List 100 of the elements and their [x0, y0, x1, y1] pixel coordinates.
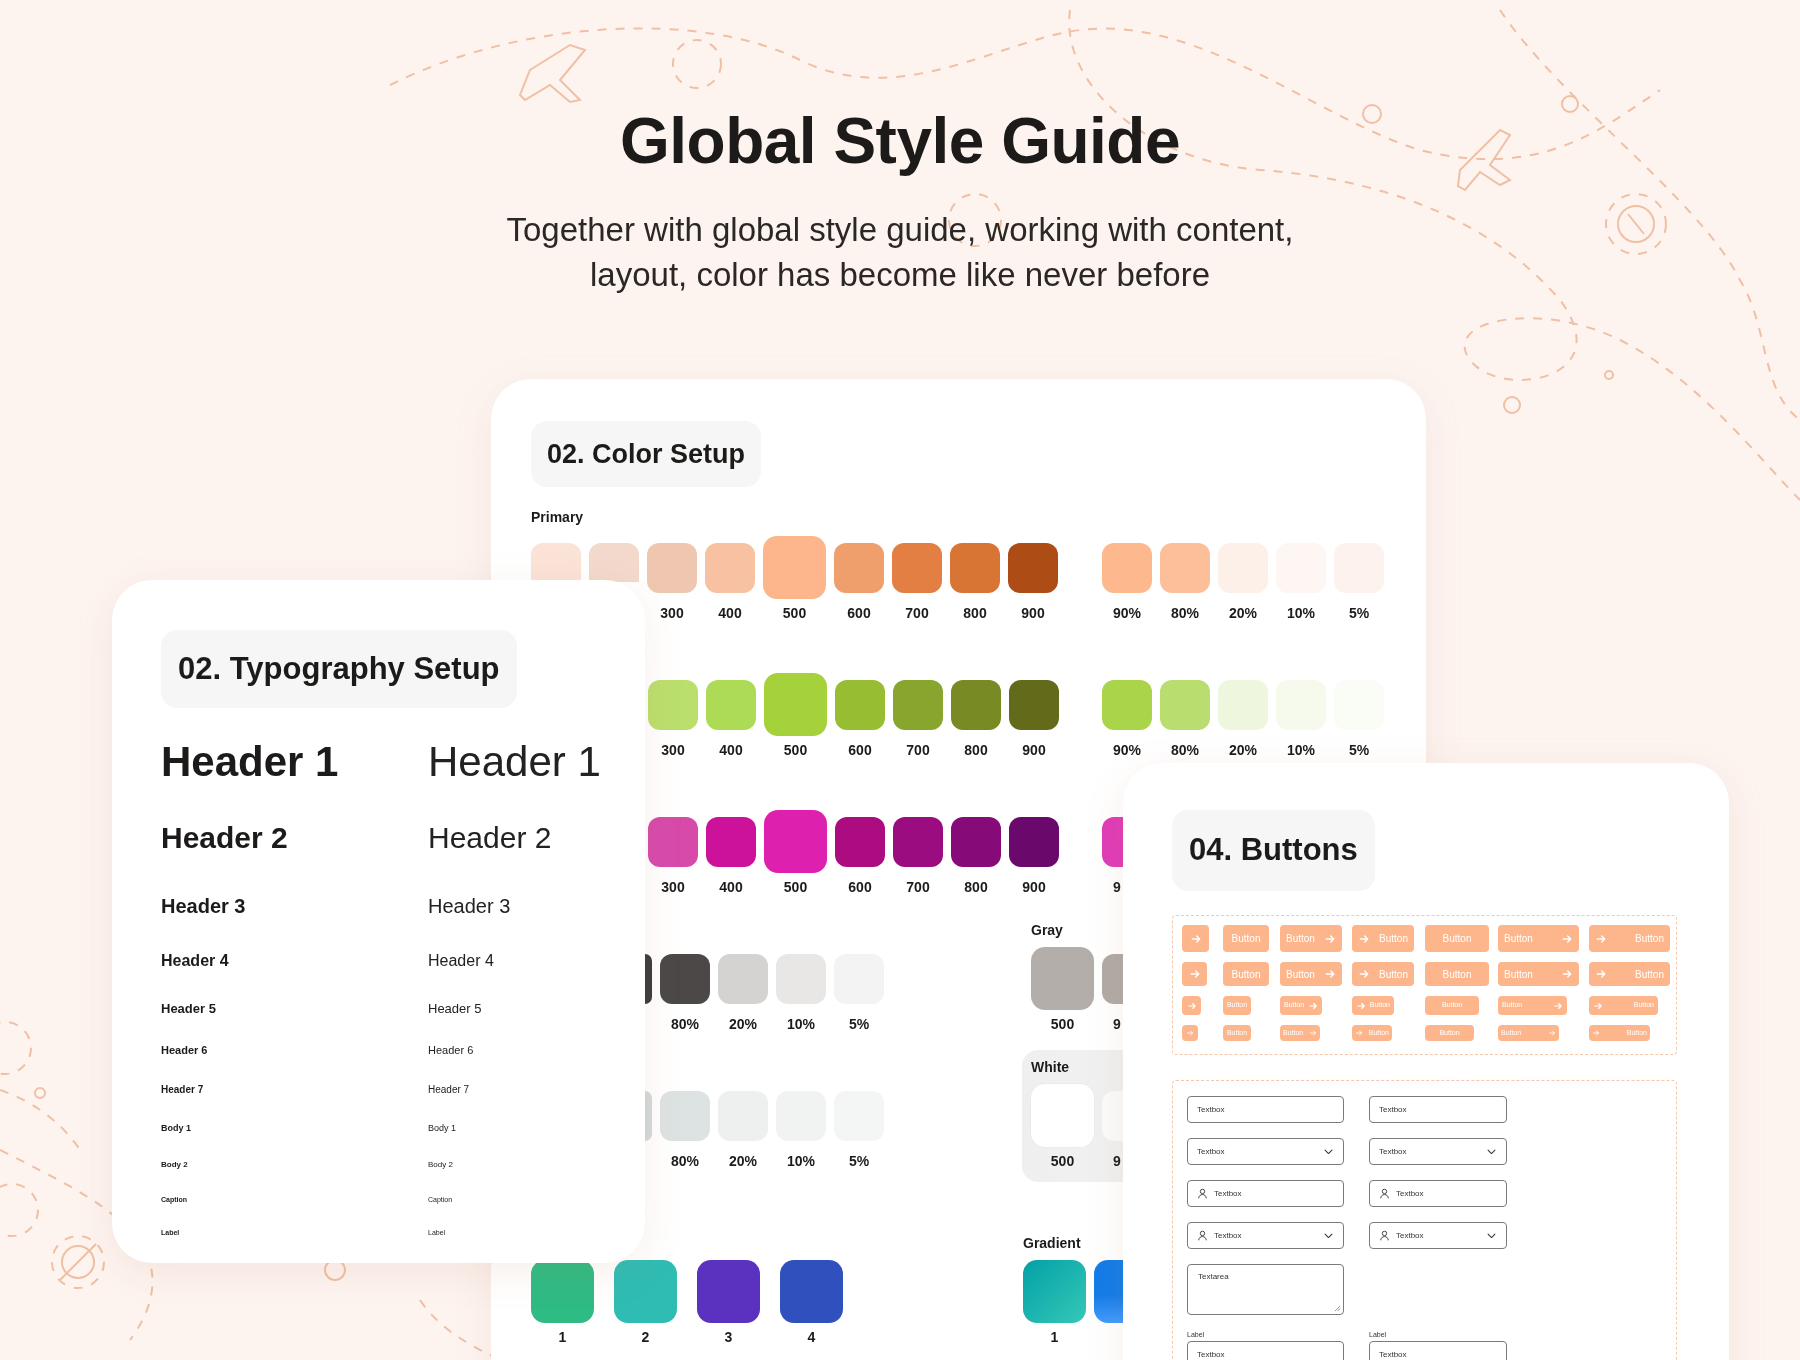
dropdown-field[interactable]: Textbox	[1369, 1222, 1507, 1249]
swatch-label: 800	[963, 605, 987, 621]
text-field[interactable]: Textbox	[1187, 1096, 1344, 1123]
user-icon	[1197, 1188, 1208, 1199]
sample-button[interactable]: Button	[1280, 925, 1342, 952]
text-field[interactable]: Textbox	[1187, 1180, 1344, 1207]
user-icon	[1197, 1230, 1208, 1241]
type-sample: Body 1	[161, 1123, 191, 1133]
type-sample: Header 2	[161, 823, 288, 853]
sample-button[interactable]: Button	[1352, 925, 1414, 952]
swatch-label: 1	[558, 1329, 567, 1345]
type-sample: Header 3	[161, 896, 246, 916]
arrow-right-icon	[1592, 1029, 1600, 1037]
arrow-right-icon	[1189, 932, 1202, 945]
swatch-label: 10%	[787, 1153, 815, 1169]
swatch-label: 80%	[1171, 605, 1199, 621]
text-field[interactable]: Textbox	[1369, 1341, 1507, 1360]
swatch-label: 600	[848, 879, 872, 895]
swatch-label: 90%	[1113, 742, 1141, 758]
resize-handle-icon	[1334, 1305, 1341, 1312]
type-sample: Header 6	[428, 1045, 474, 1056]
section-heading: 04. Buttons	[1172, 810, 1375, 891]
arrow-right-icon	[1355, 1029, 1363, 1037]
sample-button[interactable]: Button	[1352, 962, 1414, 986]
group-label: Gradient	[1023, 1234, 1081, 1252]
arrow-right-icon	[1561, 968, 1573, 980]
swatch-label: 5%	[848, 1153, 870, 1169]
arrow-button[interactable]	[1182, 996, 1201, 1015]
swatch-label: 90%	[1113, 605, 1141, 621]
arrow-button[interactable]	[1182, 1025, 1198, 1041]
sample-button[interactable]: Button	[1425, 925, 1489, 952]
text-field[interactable]: Textbox	[1369, 1180, 1507, 1207]
arrow-right-icon	[1356, 1000, 1366, 1011]
type-sample: Header 5	[428, 1001, 482, 1015]
swatch-label: 900	[1021, 605, 1045, 621]
section-label: Primary	[531, 509, 585, 526]
swatch-label: 600	[847, 605, 871, 621]
swatch-label: 5%	[848, 1016, 870, 1032]
swatch-label: 80%	[671, 1016, 699, 1032]
swatch-label: 700	[905, 605, 929, 621]
dropdown-field[interactable]: Textbox	[1187, 1138, 1344, 1165]
swatch-label: 400	[718, 605, 742, 621]
swatch-label: 400	[719, 742, 743, 758]
swatch-label: 80%	[671, 1153, 699, 1169]
dropdown-field[interactable]: Textbox	[1369, 1138, 1507, 1165]
group-label: White	[1031, 1058, 1070, 1076]
arrow-button[interactable]	[1182, 962, 1207, 986]
sample-button[interactable]: Button	[1589, 925, 1670, 952]
swatch-label: 9	[1112, 1016, 1121, 1032]
type-sample: Header 3	[428, 896, 511, 916]
swatch-label: 10%	[1287, 742, 1315, 758]
swatch-label: 20%	[1229, 742, 1257, 758]
sample-button[interactable]: Button	[1223, 962, 1269, 986]
arrow-right-icon	[1548, 1029, 1556, 1037]
type-sample: Header 7	[161, 1085, 204, 1095]
text-field[interactable]: Textbox	[1187, 1341, 1344, 1360]
swatch-label: 600	[848, 742, 872, 758]
section-heading: 02. Color Setup	[531, 421, 762, 487]
swatch-label: 300	[661, 742, 685, 758]
swatch-label: 500	[1050, 1016, 1075, 1032]
swatch-label: 80%	[1171, 742, 1199, 758]
type-sample: Header 5	[161, 1001, 216, 1015]
sample-button[interactable]: Button	[1589, 962, 1670, 986]
sample-button[interactable]: Button	[1280, 962, 1342, 986]
textarea-field[interactable]: Textarea	[1187, 1264, 1344, 1315]
arrow-right-icon	[1186, 1000, 1197, 1011]
swatch-label: 900	[1022, 879, 1046, 895]
dropdown-field[interactable]: Textbox	[1187, 1222, 1344, 1249]
page-subtitle: Together with global style guide, working with content, layout, color has become like never before	[506, 210, 1294, 295]
sample-button[interactable]: Button	[1425, 962, 1489, 986]
type-sample: Header 4	[428, 953, 494, 969]
section-heading: 02. Typography Setup	[161, 630, 517, 708]
swatch-label: 300	[661, 879, 685, 895]
arrow-right-icon	[1595, 968, 1607, 980]
arrow-right-icon	[1553, 1000, 1563, 1011]
arrow-right-icon	[1358, 968, 1370, 980]
swatch-label: 500	[782, 605, 807, 621]
type-sample: Header 4	[161, 953, 229, 969]
swatch-label: 9	[1112, 879, 1121, 895]
sample-button[interactable]: Button	[1223, 925, 1269, 952]
arrow-right-icon	[1358, 932, 1370, 945]
swatch-label: 20%	[1229, 605, 1257, 621]
swatch-label: 800	[964, 879, 988, 895]
arrow-button[interactable]	[1182, 925, 1209, 952]
swatch-label: 20%	[729, 1016, 757, 1032]
text-field[interactable]: Textbox	[1369, 1096, 1507, 1123]
arrow-right-icon	[1308, 1000, 1318, 1011]
arrow-right-icon	[1324, 932, 1336, 945]
swatch-label: 9	[1112, 1153, 1121, 1169]
sample-button[interactable]: Button	[1498, 962, 1579, 986]
swatch-label: 1	[1050, 1329, 1059, 1345]
arrow-right-icon	[1309, 1029, 1317, 1037]
type-sample: Header 6	[161, 1045, 208, 1056]
type-sample: Body 1	[428, 1123, 457, 1133]
arrow-right-icon	[1188, 968, 1201, 980]
swatch-label: 900	[1022, 742, 1046, 758]
swatch-label: 500	[1050, 1153, 1075, 1169]
sample-button[interactable]: Button	[1498, 925, 1579, 952]
swatch-label: 500	[783, 742, 808, 758]
group-label: Gray	[1031, 921, 1063, 939]
